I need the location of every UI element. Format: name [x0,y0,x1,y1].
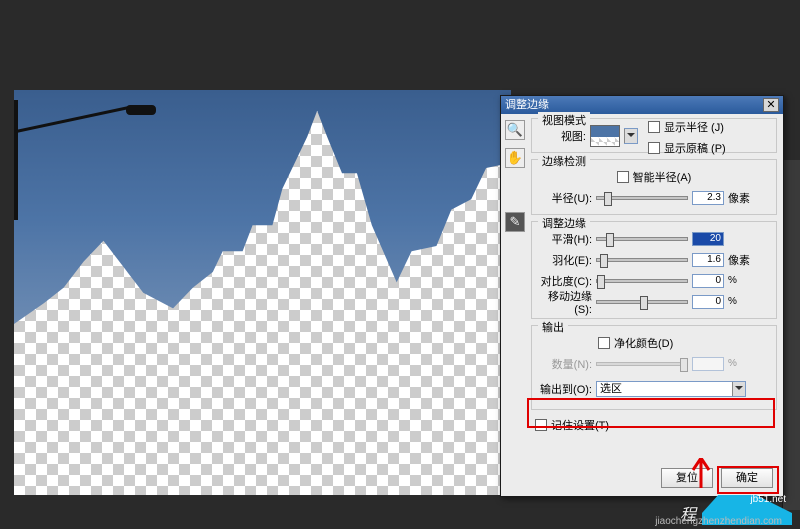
smooth-label: 平滑(H): [538,231,592,247]
amount-slider [596,362,688,366]
shift-slider[interactable] [596,300,688,304]
amount-label: 数量(N): [538,356,592,372]
show-original-label: 显示原稿 (P) [664,140,726,156]
canvas[interactable] [14,90,511,495]
feather-value[interactable]: 1.6 [692,253,724,267]
group-output: 输出 净化颜色(D) 数量(N): % 输出到(O): 选区 [531,325,777,410]
decontaminate-label: 净化颜色(D) [614,335,673,351]
shift-label: 移动边缘(S): [538,288,592,316]
decontaminate-checkbox[interactable] [598,337,610,349]
watermark-jb51: jb51.net [750,494,786,505]
feather-unit: 像素 [728,252,750,268]
group-view-mode: 视图模式 视图: 显示半径 (J) 显示原稿 (P) [531,118,777,153]
amount-value [692,357,724,371]
output-to-select[interactable]: 选区 [596,381,746,397]
close-button[interactable]: ✕ [763,98,779,112]
zoom-icon[interactable]: 🔍 [505,120,525,140]
group-title-view: 视图模式 [538,112,590,128]
smooth-value[interactable]: 20 [692,232,724,246]
feather-label: 羽化(E): [538,252,592,268]
contrast-value[interactable]: 0 [692,274,724,288]
show-radius-checkbox[interactable] [648,121,660,133]
radius-value[interactable]: 2.3 [692,191,724,205]
refine-edge-dialog: 调整边缘 ✕ 🔍 ✋ ✎ 视图模式 视图: 显示半径 (J) 显示原稿 (P) … [500,95,784,497]
smooth-slider[interactable] [596,237,688,241]
contrast-label: 对比度(C): [538,273,592,289]
contrast-slider[interactable] [596,279,688,283]
ok-button[interactable]: 确定 [721,468,773,488]
group-adjust-edge: 调整边缘 平滑(H): 20 羽化(E): 1.6 像素 对比度(C): 0 %… [531,221,777,319]
view-thumbnail[interactable] [590,125,620,147]
smart-radius-label: 智能半径(A) [633,169,692,185]
show-radius-label: 显示半径 (J) [664,119,724,135]
shift-unit: % [728,296,740,307]
amount-unit: % [728,358,740,369]
radius-unit: 像素 [728,190,750,206]
brush-icon[interactable]: ✎ [505,212,525,232]
remember-label: 记住设置(T) [551,417,609,433]
shift-value[interactable]: 0 [692,295,724,309]
smart-radius-checkbox[interactable] [617,171,629,183]
hand-icon[interactable]: ✋ [505,148,525,168]
panels-strip [782,160,800,510]
watermark-url: jiaochengzhenzhendian.com [655,516,782,527]
dialog-toolstrip: 🔍 ✋ ✎ [505,120,527,232]
contrast-unit: % [728,275,740,286]
remember-checkbox[interactable] [535,419,547,431]
group-title-edge: 边缘检测 [538,153,590,169]
radius-label: 半径(U): [538,190,592,206]
chevron-down-icon [732,382,745,396]
view-dropdown[interactable] [624,128,638,144]
output-to-value: 选区 [600,383,622,395]
group-title-adjust: 调整边缘 [538,215,590,231]
show-original-checkbox[interactable] [648,142,660,154]
group-edge-detection: 边缘检测 智能半径(A) 半径(U): 2.3 像素 [531,159,777,215]
chevron-down-icon [624,129,637,143]
output-to-label: 输出到(O): [538,381,592,397]
radius-slider[interactable] [596,196,688,200]
reset-button[interactable]: 复位 [661,468,713,488]
feather-slider[interactable] [596,258,688,262]
group-title-output: 输出 [538,319,568,335]
view-label: 视图: [538,128,586,144]
